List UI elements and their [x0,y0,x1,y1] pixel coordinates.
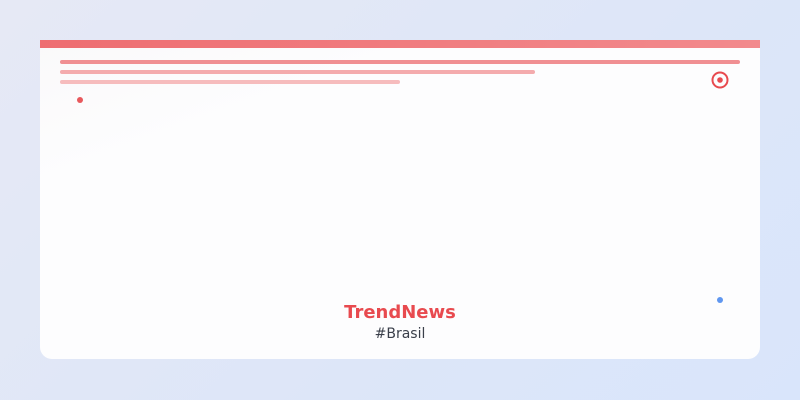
accent-bar [40,40,760,48]
target-icon [711,71,729,89]
headline-placeholder-line [60,60,740,64]
brand-name: TrendNews [344,302,456,323]
red-dot-decoration [77,97,83,103]
headline-placeholder-line [60,70,535,74]
headline-placeholder-line [60,80,400,84]
news-card: TrendNews #Brasil [40,40,760,359]
hashtag-label: #Brasil [374,326,426,342]
